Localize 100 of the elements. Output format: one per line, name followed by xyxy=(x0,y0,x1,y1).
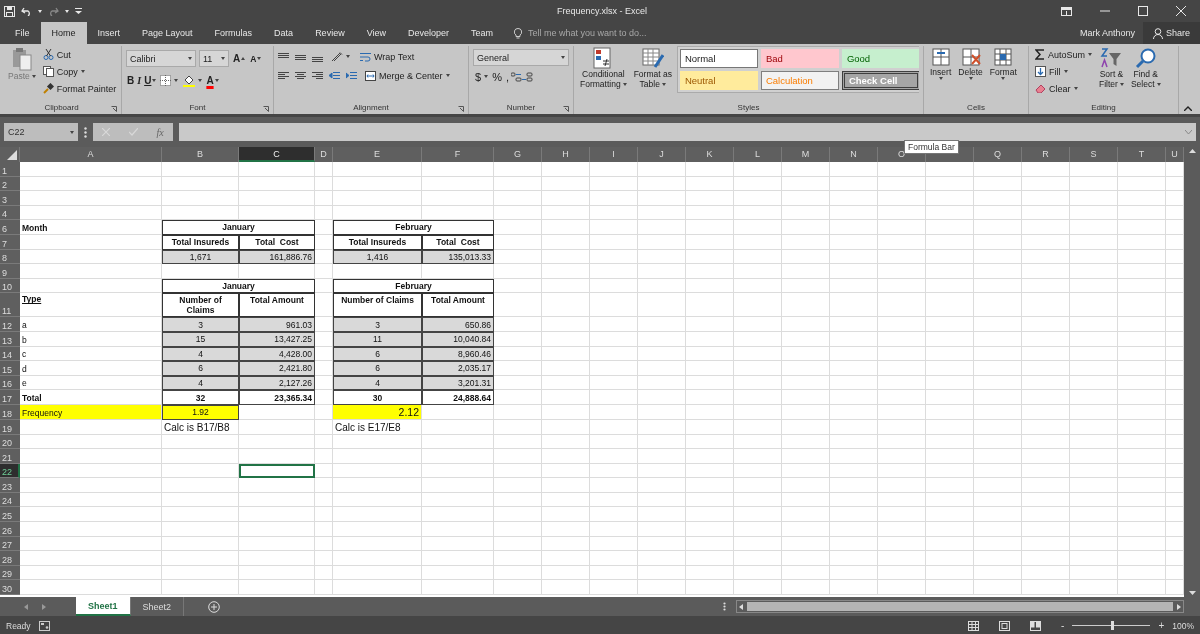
cell-style-option[interactable]: Normal xyxy=(679,49,758,68)
formula-field[interactable] xyxy=(179,123,1196,141)
sort-filter-button[interactable]: Sort & Filter xyxy=(1097,46,1126,102)
dialog-launcher-icon[interactable] xyxy=(263,106,269,112)
customize-icon[interactable] xyxy=(75,8,82,14)
row-header[interactable]: 30 xyxy=(0,580,20,596)
row-header[interactable]: 6 xyxy=(0,220,20,235)
more-options-icon[interactable] xyxy=(723,602,726,611)
maximize-icon[interactable] xyxy=(1138,6,1148,16)
column-header[interactable]: H xyxy=(542,147,590,162)
row-header[interactable]: 23 xyxy=(0,478,20,493)
number-format-field[interactable]: General xyxy=(473,49,569,66)
slider-thumb[interactable] xyxy=(1111,621,1115,630)
paste-button[interactable]: Paste xyxy=(6,46,38,102)
scroll-left-icon[interactable] xyxy=(739,603,743,610)
decrease-decimal-icon[interactable] xyxy=(521,71,533,82)
row-header[interactable]: 12 xyxy=(0,317,20,332)
column-header[interactable]: S xyxy=(1070,147,1118,162)
undo-icon[interactable] xyxy=(21,6,32,16)
italic-button[interactable]: I xyxy=(136,72,143,89)
row-header[interactable]: 9 xyxy=(0,264,20,279)
close-icon[interactable] xyxy=(1176,6,1186,16)
column-header[interactable]: E xyxy=(333,147,422,162)
column-header[interactable]: T xyxy=(1118,147,1166,162)
save-icon[interactable] xyxy=(4,5,15,17)
column-header[interactable]: B xyxy=(162,147,239,162)
normal-view-icon[interactable] xyxy=(968,620,980,631)
column-header[interactable]: A xyxy=(20,147,162,162)
redo-icon[interactable] xyxy=(48,6,59,16)
more-options-icon[interactable] xyxy=(84,126,87,138)
ribbon-tab[interactable]: Insert xyxy=(86,22,132,44)
search-field[interactable]: Tell me what you want to do... xyxy=(526,27,697,39)
row-header[interactable]: 15 xyxy=(0,361,20,376)
cell-style-option[interactable]: Neutral xyxy=(679,71,758,90)
autosum-button[interactable]: AutoSum xyxy=(1033,46,1095,63)
zoom-in-button[interactable]: + xyxy=(1158,620,1165,631)
row-header[interactable]: 26 xyxy=(0,522,20,537)
add-sheet-icon[interactable] xyxy=(208,600,221,613)
shrink-font-button[interactable]: A xyxy=(249,50,263,67)
column-header[interactable]: N xyxy=(830,147,878,162)
format-button[interactable]: Format xyxy=(987,46,1019,102)
column-header[interactable]: Q xyxy=(974,147,1022,162)
comma-button[interactable]: , xyxy=(503,68,511,85)
column-header[interactable]: U xyxy=(1166,147,1184,162)
align-left-icon[interactable] xyxy=(278,70,289,81)
format-painter-button[interactable]: Format Painter xyxy=(40,80,117,97)
ribbon-tab[interactable]: Formulas xyxy=(203,22,264,44)
select-all-icon[interactable] xyxy=(7,150,17,160)
cut-button[interactable]: Cut xyxy=(40,46,117,63)
insert-button[interactable]: Insert xyxy=(928,46,954,102)
dialog-launcher-icon[interactable] xyxy=(563,106,569,112)
cell-style-option[interactable]: Good xyxy=(841,49,919,68)
ribbon-tab[interactable]: Data xyxy=(263,22,305,44)
column-header[interactable]: C xyxy=(239,147,315,162)
conditional-formatting-button[interactable]: Conditional Formatting xyxy=(578,46,629,102)
bold-button[interactable]: B xyxy=(126,72,136,89)
ribbon-tab[interactable]: Home xyxy=(40,22,87,44)
ribbon-tab[interactable]: Review xyxy=(304,22,356,44)
row-header[interactable]: 1 xyxy=(0,162,20,177)
column-header[interactable]: M xyxy=(782,147,830,162)
find-select-button[interactable]: Find & Select xyxy=(1128,46,1163,102)
collapse-ribbon-icon[interactable] xyxy=(1184,106,1192,111)
clear-button[interactable]: Clear xyxy=(1033,80,1095,97)
font-name-field[interactable]: Calibri xyxy=(126,50,196,67)
zoom-out-button[interactable]: - xyxy=(1061,620,1065,631)
decrease-indent-icon[interactable] xyxy=(329,70,340,81)
column-header[interactable]: K xyxy=(686,147,734,162)
row-header[interactable]: 21 xyxy=(0,449,20,464)
column-header[interactable]: G xyxy=(494,147,542,162)
fill-button[interactable]: Fill xyxy=(1033,63,1095,80)
row-header[interactable]: 25 xyxy=(0,507,20,523)
scroll-right-icon[interactable] xyxy=(1177,603,1181,610)
ribbon-display-icon[interactable] xyxy=(1061,6,1072,16)
column-header[interactable]: D xyxy=(315,147,333,162)
row-header[interactable]: 11 xyxy=(0,293,20,318)
currency-button[interactable]: $ xyxy=(473,68,491,85)
dialog-launcher-icon[interactable] xyxy=(111,106,117,112)
selected-cell[interactable] xyxy=(239,463,315,479)
sheet-tab[interactable]: Sheet1 xyxy=(76,597,131,616)
page-layout-icon[interactable] xyxy=(999,620,1011,631)
column-header[interactable]: I xyxy=(590,147,638,162)
insert-function-button[interactable]: fx xyxy=(156,126,164,138)
percent-button[interactable]: % xyxy=(490,68,504,85)
horizontal-scrollbar[interactable] xyxy=(736,600,1184,613)
copy-button[interactable]: Copy xyxy=(40,63,117,80)
cell-style-option[interactable]: Bad xyxy=(760,49,839,68)
row-header[interactable]: 3 xyxy=(0,191,20,206)
merge-center-button[interactable]: Merge & Center xyxy=(363,67,452,84)
delete-button[interactable]: Delete xyxy=(956,46,985,102)
ribbon-tab[interactable]: Team xyxy=(460,22,505,44)
scroll-up-icon[interactable] xyxy=(1188,149,1196,153)
increase-indent-icon[interactable] xyxy=(346,70,357,81)
name-box[interactable]: C22 xyxy=(4,123,78,141)
page-break-icon[interactable] xyxy=(1030,620,1042,631)
align-center-icon[interactable] xyxy=(295,70,306,81)
wrap-text-button[interactable]: Wrap Text xyxy=(358,48,417,65)
ribbon-tab[interactable]: Developer xyxy=(397,22,461,44)
scroll-down-icon[interactable] xyxy=(1188,591,1196,595)
ribbon-tab[interactable]: File xyxy=(4,22,41,44)
ribbon-tab[interactable]: View xyxy=(355,22,397,44)
